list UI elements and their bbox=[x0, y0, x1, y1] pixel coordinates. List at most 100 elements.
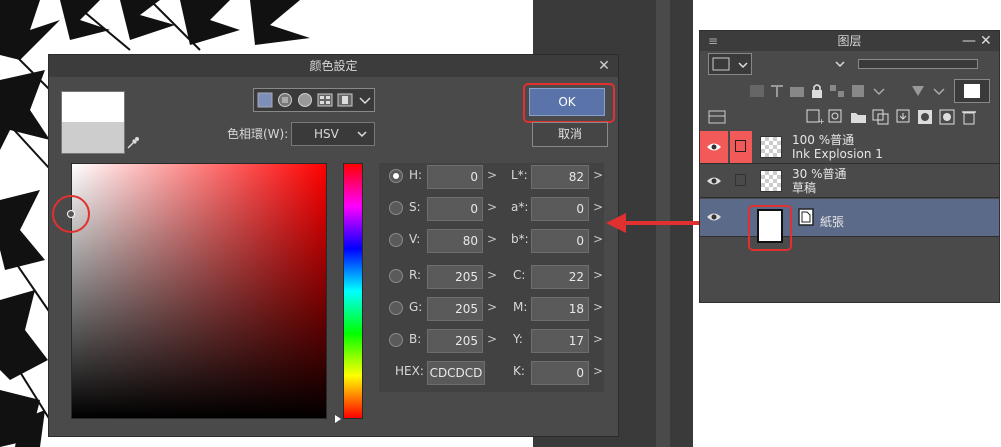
visibility-toggle[interactable] bbox=[700, 131, 728, 163]
chevron-down-icon[interactable] bbox=[357, 92, 373, 108]
field-s[interactable]: 0 bbox=[427, 197, 483, 221]
label-hex: HEX: bbox=[395, 364, 424, 378]
arrow-b[interactable]: > bbox=[487, 332, 497, 346]
field-l[interactable]: 82 bbox=[531, 165, 589, 189]
arrow-l[interactable]: > bbox=[593, 168, 603, 182]
mask-lock-icon[interactable] bbox=[828, 83, 846, 99]
arrow-r[interactable]: > bbox=[487, 268, 497, 282]
lock-checkbox[interactable] bbox=[735, 140, 746, 152]
color-space-select[interactable]: HSV bbox=[291, 122, 375, 146]
layer-blend-label: 30 %普通 bbox=[792, 167, 847, 181]
saturation-value-picker[interactable] bbox=[71, 163, 327, 419]
radio-g[interactable] bbox=[389, 301, 403, 315]
new-raster-layer-icon[interactable]: + bbox=[806, 109, 824, 125]
arrow-k[interactable]: > bbox=[593, 364, 603, 378]
layer-row-draft[interactable]: 30 %普通 草稿 bbox=[700, 165, 999, 198]
layer-lock-toggle[interactable] bbox=[730, 131, 752, 163]
circle-mode-icon[interactable] bbox=[297, 92, 313, 108]
value-row-g: G: 205 > bbox=[389, 297, 499, 321]
value-row-hex: HEX: CDCDCD bbox=[389, 361, 499, 385]
field-m[interactable]: 18 bbox=[531, 297, 589, 321]
lock-icon[interactable] bbox=[808, 83, 826, 99]
cancel-button[interactable]: 取消 bbox=[532, 122, 608, 147]
field-b[interactable]: 205 bbox=[427, 329, 483, 353]
label-h: H: bbox=[409, 168, 423, 182]
reference-icon[interactable] bbox=[788, 83, 806, 99]
panel-close-icon[interactable]: ✕ bbox=[980, 31, 992, 51]
panel-layout-icon[interactable] bbox=[708, 109, 726, 125]
layer-frame-icon bbox=[712, 57, 730, 71]
hue-marker-icon[interactable] bbox=[335, 415, 341, 423]
field-hex[interactable]: CDCDCD bbox=[427, 361, 485, 385]
chevron-down-icon[interactable] bbox=[834, 58, 846, 70]
field-bstar[interactable]: 0 bbox=[531, 229, 589, 253]
layer-mask-icon[interactable] bbox=[916, 109, 934, 125]
clip-icon[interactable] bbox=[768, 83, 786, 99]
radio-v[interactable] bbox=[389, 233, 403, 247]
layer-color-button[interactable] bbox=[954, 79, 990, 103]
field-y[interactable]: 17 bbox=[531, 329, 589, 353]
film-mode-icon[interactable] bbox=[337, 92, 353, 108]
field-r[interactable]: 205 bbox=[427, 265, 483, 289]
arrow-g[interactable]: > bbox=[487, 300, 497, 314]
eye-icon bbox=[707, 177, 721, 185]
layer-row-paper[interactable]: 紙張 bbox=[700, 199, 999, 237]
arrow-y[interactable]: > bbox=[593, 332, 603, 346]
layer-name: 紙張 bbox=[820, 215, 845, 229]
field-v[interactable]: 80 bbox=[427, 229, 483, 253]
apply-mask-icon[interactable] bbox=[938, 109, 956, 125]
transfer-down-icon[interactable] bbox=[872, 109, 890, 125]
layer-name: Ink Explosion 1 bbox=[792, 147, 883, 161]
arrow-a[interactable]: > bbox=[593, 200, 603, 214]
blend-mode-select[interactable] bbox=[708, 53, 752, 75]
hue-slider[interactable] bbox=[343, 163, 363, 419]
value-row-h: H: 0 > bbox=[389, 165, 499, 189]
panel-menu-icon[interactable]: ≡ bbox=[708, 32, 718, 50]
field-c[interactable]: 22 bbox=[531, 265, 589, 289]
layer-row-ink-explosion[interactable]: 100 %普通 Ink Explosion 1 bbox=[700, 131, 999, 164]
opacity-slider[interactable] bbox=[858, 59, 978, 69]
visibility-toggle[interactable] bbox=[700, 199, 728, 231]
arrow-c[interactable]: > bbox=[593, 268, 603, 282]
label-r: R: bbox=[409, 268, 422, 282]
arrow-h[interactable]: > bbox=[487, 168, 497, 182]
arrow-bstar[interactable]: > bbox=[593, 232, 603, 246]
panel-minimize-icon[interactable]: — bbox=[962, 31, 976, 51]
merge-down-icon[interactable] bbox=[894, 109, 912, 125]
arrow-v[interactable]: > bbox=[487, 232, 497, 246]
new-vector-layer-icon[interactable] bbox=[828, 109, 846, 125]
picker-cursor[interactable] bbox=[67, 210, 75, 218]
current-color-swatch bbox=[61, 91, 125, 123]
radio-b[interactable] bbox=[389, 333, 403, 347]
square-mode-icon[interactable] bbox=[257, 92, 273, 108]
color-mode-toolbar bbox=[253, 88, 375, 112]
mask-toggle-icon[interactable] bbox=[850, 83, 868, 99]
arrow-m[interactable]: > bbox=[593, 300, 603, 314]
ok-button[interactable]: OK bbox=[529, 88, 605, 116]
radio-h[interactable] bbox=[389, 169, 403, 183]
layer-lock-toggle[interactable] bbox=[730, 165, 752, 197]
field-g[interactable]: 205 bbox=[427, 297, 483, 321]
lock-transparency-icon[interactable] bbox=[748, 83, 766, 99]
new-folder-icon[interactable] bbox=[850, 109, 868, 125]
label-m: M: bbox=[513, 300, 528, 314]
gallery-mode-icon[interactable] bbox=[317, 92, 333, 108]
chevron-down-icon[interactable] bbox=[930, 83, 948, 99]
arrow-s[interactable]: > bbox=[487, 200, 497, 214]
field-k[interactable]: 0 bbox=[531, 361, 589, 385]
lock-checkbox[interactable] bbox=[735, 174, 746, 186]
field-a[interactable]: 0 bbox=[531, 197, 589, 221]
trash-icon[interactable] bbox=[960, 109, 978, 125]
field-h[interactable]: 0 bbox=[427, 165, 483, 189]
chevron-down-icon[interactable] bbox=[870, 83, 888, 99]
visibility-toggle[interactable] bbox=[700, 165, 728, 197]
radio-s[interactable] bbox=[389, 201, 403, 215]
previous-color-swatch[interactable] bbox=[61, 122, 125, 154]
ring-mode-icon[interactable] bbox=[277, 92, 293, 108]
label-l: L*: bbox=[511, 168, 528, 182]
radio-r[interactable] bbox=[389, 269, 403, 283]
eyedropper-icon[interactable] bbox=[125, 135, 141, 151]
dialog-close-icon[interactable]: ✕ bbox=[596, 55, 612, 77]
ruler-toggle-icon[interactable] bbox=[910, 83, 928, 99]
label-g: G: bbox=[409, 300, 423, 314]
